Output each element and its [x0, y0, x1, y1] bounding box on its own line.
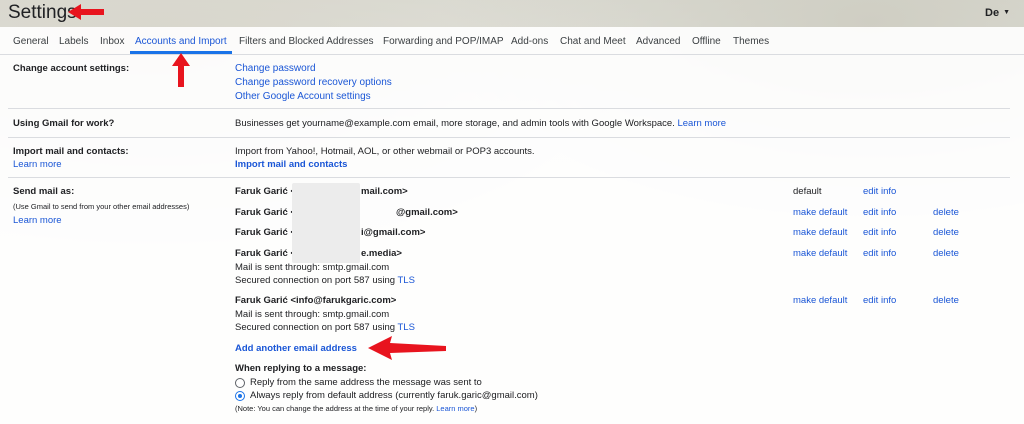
tab-add-ons[interactable]: Add-ons — [511, 36, 548, 47]
reply-same-address-radio[interactable] — [235, 378, 245, 388]
account-initials: De — [985, 7, 1000, 19]
note-learn-more[interactable]: Learn more — [436, 404, 474, 413]
tab-advanced[interactable]: Advanced — [636, 36, 680, 47]
tab-forwarding[interactable]: Forwarding and POP/IMAP — [383, 36, 504, 47]
make-default-link[interactable]: make default — [793, 207, 847, 218]
edit-info-link[interactable]: edit info — [863, 248, 896, 259]
tls-link[interactable]: TLS — [398, 275, 415, 286]
add-email-address-button[interactable]: Add another email address — [235, 343, 357, 354]
tls-link[interactable]: TLS — [398, 322, 415, 333]
secured-info: Secured connection on port 587 using TLS — [235, 275, 415, 286]
tab-themes[interactable]: Themes — [733, 36, 769, 47]
edit-info-link[interactable]: edit info — [863, 207, 896, 218]
redacted-region — [292, 183, 360, 263]
other-google-settings-link[interactable]: Other Google Account settings — [235, 91, 371, 102]
tab-labels[interactable]: Labels — [59, 36, 88, 47]
import-learn-more[interactable]: Learn more — [13, 159, 62, 170]
delete-link[interactable]: delete — [933, 227, 959, 238]
import-mail-button[interactable]: Import mail and contacts — [235, 159, 347, 170]
address-name: Faruk Garić < — [235, 248, 296, 259]
delete-link[interactable]: delete — [933, 207, 959, 218]
address-name: Faruk Garić <info@farukgaric.com> — [235, 295, 397, 306]
make-default-link[interactable]: make default — [793, 248, 847, 259]
make-default-link[interactable]: make default — [793, 227, 847, 238]
address-name: Faruk Garić < — [235, 186, 296, 197]
tab-chat-and-meet[interactable]: Chat and Meet — [560, 36, 626, 47]
tab-general[interactable]: General — [13, 36, 49, 47]
tab-inbox[interactable]: Inbox — [100, 36, 124, 47]
tab-offline[interactable]: Offline — [692, 36, 721, 47]
change-account-label: Change account settings: — [13, 63, 130, 74]
secured-info: Secured connection on port 587 using TLS — [235, 322, 415, 333]
divider — [8, 137, 1010, 138]
import-label: Import mail and contacts: — [13, 146, 129, 157]
divider — [8, 177, 1010, 178]
delete-link[interactable]: delete — [933, 295, 959, 306]
edit-info-link[interactable]: edit info — [863, 186, 896, 197]
edit-info-link[interactable]: edit info — [863, 295, 896, 306]
gmail-work-label: Using Gmail for work? — [13, 118, 115, 129]
reply-note: (Note: You can change the address at the… — [235, 404, 478, 413]
send-mail-sub: (Use Gmail to send from your other email… — [13, 202, 190, 211]
annotation-arrow-up-icon — [172, 53, 190, 87]
reply-default-address-label: Always reply from default address (curre… — [250, 390, 538, 401]
gmail-work-text: Businesses get yourname@example.com emai… — [235, 118, 727, 129]
settings-panel — [0, 27, 1024, 424]
address-tail: e.media> — [361, 248, 402, 259]
smtp-info: Mail is sent through: smtp.gmail.com — [235, 262, 390, 273]
reply-same-address-label: Reply from the same address the message … — [250, 377, 482, 388]
import-text: Import from Yahoo!, Hotmail, AOL, or oth… — [235, 146, 535, 157]
tab-accounts-and-import[interactable]: Accounts and Import — [135, 36, 227, 47]
annotation-arrow-left-icon — [68, 4, 104, 20]
address-name: Faruk Garić < — [235, 227, 296, 238]
divider — [8, 108, 1010, 109]
send-mail-label: Send mail as: — [13, 186, 75, 197]
address-tail: mail.com> — [361, 186, 408, 197]
address-tail: @gmail.com> — [396, 207, 458, 218]
account-menu[interactable]: De ▼ — [985, 7, 1010, 19]
settings-tabs: General Labels Inbox Accounts and Import… — [0, 27, 1024, 55]
default-badge: default — [793, 186, 822, 197]
chevron-down-icon: ▼ — [1003, 9, 1010, 16]
change-recovery-link[interactable]: Change password recovery options — [235, 77, 392, 88]
reply-default-address-radio[interactable] — [235, 391, 245, 401]
gmail-work-learn-more[interactable]: Learn more — [677, 118, 726, 129]
smtp-info: Mail is sent through: smtp.gmail.com — [235, 309, 390, 320]
send-mail-learn-more[interactable]: Learn more — [13, 215, 62, 226]
make-default-link[interactable]: make default — [793, 295, 847, 306]
address-tail: i@gmail.com> — [361, 227, 426, 238]
address-name: Faruk Garić < — [235, 207, 296, 218]
delete-link[interactable]: delete — [933, 248, 959, 259]
tab-filters[interactable]: Filters and Blocked Addresses — [239, 36, 374, 47]
edit-info-link[interactable]: edit info — [863, 227, 896, 238]
change-password-link[interactable]: Change password — [235, 63, 316, 74]
reply-heading: When replying to a message: — [235, 363, 367, 374]
annotation-arrow-left-icon — [368, 336, 446, 360]
